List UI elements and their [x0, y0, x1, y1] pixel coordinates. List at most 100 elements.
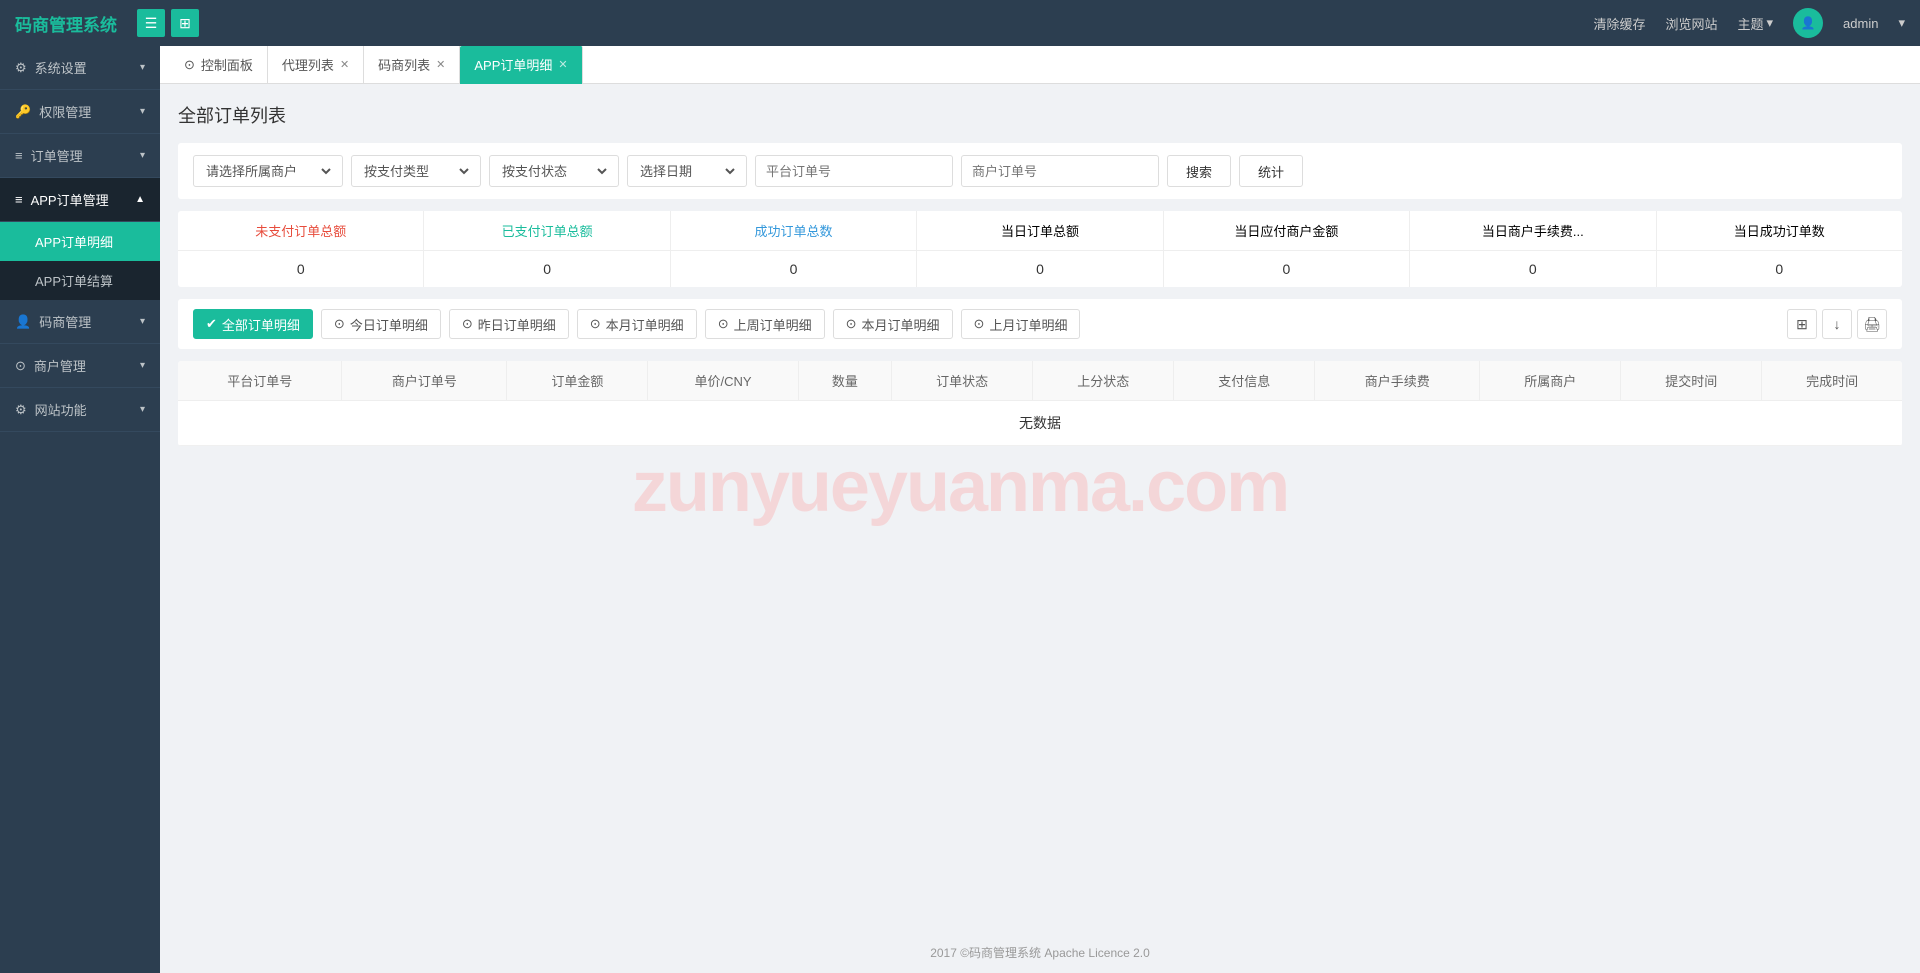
stat-header-paid: 已支付订单总额 [424, 211, 670, 250]
tab-agent-list[interactable]: 代理列表 ✕ [268, 46, 364, 84]
qf-last-month-orders[interactable]: ⊙ 上月订单明细 [961, 309, 1081, 339]
user-icon: 👤 [15, 314, 31, 330]
page-content: 全部订单列表 请选择所属商户 按支付类型 按支付状态 [160, 84, 1920, 932]
browse-site-button[interactable]: 浏览网站 [1665, 14, 1717, 33]
sidebar-label-auth: 权限管理 [39, 102, 91, 121]
key-icon: 🔑 [15, 104, 31, 120]
list-icon: ≡ [15, 148, 23, 163]
qf-all-label: 全部订单明细 [222, 315, 300, 334]
col-quantity: 数量 [798, 361, 891, 401]
stat-header-daily-merchant: 当日应付商户金额 [1164, 211, 1410, 250]
sidebar-label-system-settings: 系统设置 [35, 58, 87, 77]
menu-toggle-button[interactable]: ☰ [137, 9, 165, 37]
admin-chevron-icon: ▾ [1898, 15, 1905, 31]
sidebar-item-system-settings[interactable]: ⚙ 系统设置 ▾ [0, 46, 160, 90]
theme-dropdown[interactable]: 主题 ▾ [1738, 14, 1774, 33]
tab-bar: ⊙ 控制面板 代理列表 ✕ 码商列表 ✕ APP订单明细 ✕ [160, 46, 1920, 84]
tab-label-control-panel: 控制面板 [201, 55, 253, 74]
export-button[interactable]: ↓ [1822, 309, 1852, 339]
tab-control-panel[interactable]: ⊙ 控制面板 [170, 46, 268, 84]
close-icon[interactable]: ✕ [558, 58, 567, 71]
col-merchant-order: 商户订单号 [342, 361, 507, 401]
stat-value-paid: 0 [424, 251, 670, 287]
platform-order-input[interactable] [755, 155, 953, 187]
col-complete-time: 完成时间 [1762, 361, 1902, 401]
col-submit-time: 提交时间 [1621, 361, 1762, 401]
admin-label[interactable]: admin [1843, 16, 1878, 31]
tab-code-merchant-list[interactable]: 码商列表 ✕ [364, 46, 460, 84]
clock-icon: ⊙ [334, 316, 345, 332]
qf-this-month-label: 本月订单明细 [606, 315, 684, 334]
clear-cache-button[interactable]: 清除缓存 [1593, 14, 1645, 33]
merchant-select[interactable]: 请选择所属商户 [193, 155, 343, 187]
sidebar-label-app-order: APP订单管理 [31, 190, 109, 209]
tab-app-order-detail[interactable]: APP订单明细 ✕ [460, 46, 582, 84]
content-area: ⊙ 控制面板 代理列表 ✕ 码商列表 ✕ APP订单明细 ✕ 全部订单列表 [160, 46, 1920, 973]
merchant-dropdown[interactable]: 请选择所属商户 [202, 163, 334, 180]
qf-this-month2-label: 本月订单明细 [862, 315, 940, 334]
sidebar-label-code-merchant: 码商管理 [39, 312, 91, 331]
footer-text: 2017 ©码商管理系统 Apache Licence 2.0 [930, 946, 1150, 960]
gear-icon: ⚙ [15, 60, 27, 76]
tab-label-code-merchant-list: 码商列表 [378, 55, 430, 74]
col-unit-price: 单价/CNY [648, 361, 798, 401]
no-data-message: 无数据 [178, 401, 1902, 446]
sidebar-item-merchant-management[interactable]: ⊙ 商户管理 ▾ [0, 344, 160, 388]
table-toolbar-right: ⊞ ↓ 🖨 [1787, 309, 1887, 339]
sidebar-item-order-management[interactable]: ≡ 订单管理 ▾ [0, 134, 160, 178]
col-payment-info: 支付信息 [1174, 361, 1315, 401]
qf-today-orders[interactable]: ⊙ 今日订单明细 [321, 309, 441, 339]
chevron-icon: ▾ [140, 316, 145, 327]
sidebar-item-app-order-settlement[interactable]: APP订单结算 [0, 261, 160, 300]
search-button[interactable]: 搜索 [1167, 155, 1231, 187]
table-no-data-row: 无数据 [178, 401, 1902, 446]
qf-all-orders[interactable]: ✔ 全部订单明细 [193, 309, 313, 339]
stat-header-success-count: 成功订单总数 [671, 211, 917, 250]
payment-status-dropdown[interactable]: 按支付状态 [498, 163, 610, 180]
print-button[interactable]: 🖨 [1857, 309, 1887, 339]
sidebar-item-app-order-management[interactable]: ≡ APP订单管理 ▲ [0, 178, 160, 222]
clock-icon: ⊙ [974, 316, 985, 332]
app-order-icon: ≡ [15, 192, 23, 207]
stat-value-daily-merchant: 0 [1164, 251, 1410, 287]
close-icon[interactable]: ✕ [436, 58, 445, 71]
col-platform-order: 平台订单号 [178, 361, 342, 401]
sidebar-item-auth-management[interactable]: 🔑 权限管理 ▾ [0, 90, 160, 134]
payment-status-select[interactable]: 按支付状态 [489, 155, 619, 187]
chevron-down-icon: ▾ [1767, 15, 1774, 31]
app-logo: 码商管理系统 [15, 11, 117, 36]
sidebar-label-website: 网站功能 [35, 400, 87, 419]
close-icon[interactable]: ✕ [340, 58, 349, 71]
date-select[interactable]: 选择日期 [627, 155, 747, 187]
stat-header-daily-fee: 当日商户手续费... [1410, 211, 1656, 250]
qf-yesterday-orders[interactable]: ⊙ 昨日订单明细 [449, 309, 569, 339]
date-dropdown[interactable]: 选择日期 [636, 163, 738, 180]
merchant-order-input[interactable] [961, 155, 1159, 187]
sidebar-label-merchant: 商户管理 [34, 356, 86, 375]
theme-label: 主题 [1738, 14, 1764, 33]
sidebar-item-app-order-detail[interactable]: APP订单明细 [0, 222, 160, 261]
stat-value-daily-success: 0 [1657, 251, 1902, 287]
col-order-amount: 订单金额 [507, 361, 648, 401]
grid-toggle-button[interactable]: ⊞ [171, 9, 199, 37]
qf-this-month2-orders[interactable]: ⊙ 本月订单明细 [833, 309, 953, 339]
filter-bar: 请选择所属商户 按支付类型 按支付状态 选择日期 [178, 143, 1902, 199]
clock-icon: ⊙ [590, 316, 601, 332]
chevron-icon: ▾ [140, 62, 145, 73]
sidebar-item-website-functions[interactable]: ⚙ 网站功能 ▾ [0, 388, 160, 432]
stat-header-daily-total: 当日订单总额 [917, 211, 1163, 250]
avatar: 👤 [1793, 8, 1823, 38]
clock-icon: ⊙ [846, 316, 857, 332]
clock-icon: ⊙ [462, 316, 473, 332]
chevron-up-icon: ▲ [135, 194, 145, 205]
stats-button[interactable]: 统计 [1239, 155, 1303, 187]
sidebar-item-code-merchant[interactable]: 👤 码商管理 ▾ [0, 300, 160, 344]
payment-type-dropdown[interactable]: 按支付类型 [360, 163, 472, 180]
payment-type-select[interactable]: 按支付类型 [351, 155, 481, 187]
columns-toggle-button[interactable]: ⊞ [1787, 309, 1817, 339]
chevron-icon: ▾ [140, 150, 145, 161]
stats-bar: 未支付订单总额 已支付订单总额 成功订单总数 当日订单总额 当日应付商户金额 当… [178, 211, 1902, 287]
qf-last-week-orders[interactable]: ⊙ 上周订单明细 [705, 309, 825, 339]
stat-header-unpaid: 未支付订单总额 [178, 211, 424, 250]
qf-this-month-orders[interactable]: ⊙ 本月订单明细 [577, 309, 697, 339]
